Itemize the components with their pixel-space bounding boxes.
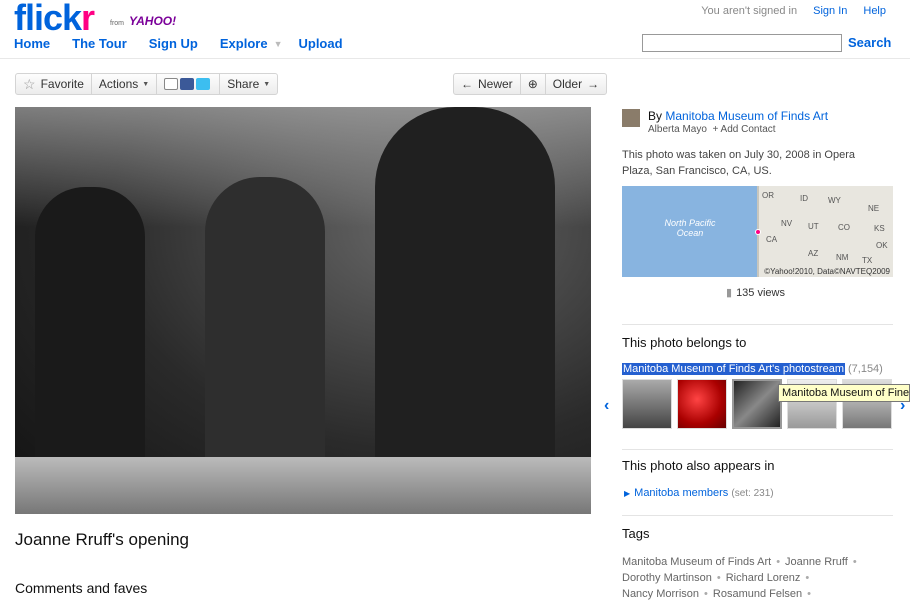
- top-nav: Home The Tour Sign Up Explore ▼ Upload: [14, 36, 365, 51]
- map-state: NE: [868, 204, 880, 213]
- triangle-right-icon: ▶: [624, 489, 631, 498]
- owner-realname: Alberta Mayo: [648, 124, 707, 135]
- flickr-logo[interactable]: flickr from YAHOO!: [14, 0, 176, 38]
- by-prefix: By: [648, 109, 663, 123]
- photostream-link-row: Manitoba Museum of Finds Art's photostre…: [622, 363, 883, 375]
- tags-heading: Tags: [622, 526, 650, 541]
- newer-label: Newer: [478, 77, 513, 91]
- set-link[interactable]: Manitoba members: [634, 487, 728, 499]
- photo-title: Joanne Rruff's opening: [15, 530, 190, 549]
- map-state: OR: [762, 191, 774, 200]
- map-pin-icon: [755, 229, 761, 235]
- search-button[interactable]: Search: [848, 35, 891, 50]
- signin-status: You aren't signed in: [701, 5, 798, 17]
- thumbnail[interactable]: [622, 379, 672, 429]
- chevron-left-icon[interactable]: ‹: [604, 397, 609, 415]
- map-credit: ©Yahoo!2010, Data©NAVTEQ2009: [764, 267, 890, 276]
- view-count-text: 135 views: [736, 287, 785, 299]
- map-state: ID: [800, 194, 808, 203]
- owner-block: By Manitoba Museum of Finds Art Alberta …: [622, 109, 828, 135]
- nav-home[interactable]: Home: [14, 36, 50, 51]
- divider: [622, 449, 893, 450]
- newer-button[interactable]: ← Newer: [454, 74, 520, 94]
- nav-signup[interactable]: Sign Up: [149, 36, 198, 51]
- share-label: Share: [227, 77, 260, 91]
- search-input[interactable]: [642, 34, 842, 52]
- share-icons: [157, 74, 219, 94]
- tag[interactable]: Dorothy Martinson: [622, 572, 712, 584]
- photostream-count: (7,154): [847, 363, 883, 375]
- nav-tour[interactable]: The Tour: [72, 36, 127, 51]
- explore-dropdown-icon[interactable]: ▼: [274, 39, 283, 51]
- map-state: NM: [836, 253, 849, 262]
- appears-heading: This photo also appears in: [622, 458, 775, 473]
- photo-toolbar: ☆ Favorite Actions ▼ Share ▼: [15, 73, 279, 95]
- logo-flick: flick: [14, 0, 82, 38]
- location-map[interactable]: North Pacific Ocean OR ID WY NE NV UT CO…: [622, 186, 893, 277]
- map-state: OK: [876, 241, 888, 250]
- logo-r: r: [81, 0, 95, 38]
- map-state: CO: [838, 223, 850, 232]
- email-icon[interactable]: [164, 78, 179, 90]
- tag-list: Manitoba Museum of Finds Art • Joanne Rruf…: [622, 556, 857, 600]
- thumbnail-tooltip: Manitoba Museum of Fine: [778, 384, 910, 402]
- thumbnail[interactable]: [732, 379, 782, 429]
- header-divider: [0, 58, 910, 59]
- older-button[interactable]: Older →: [546, 74, 606, 94]
- owner-link[interactable]: Manitoba Museum of Finds Art: [665, 109, 828, 123]
- comments-heading: Comments and faves: [15, 580, 148, 596]
- photo-nav: ← Newer ⊕ Older →: [453, 73, 608, 95]
- favorite-label: Favorite: [40, 77, 84, 91]
- nav-explore[interactable]: Explore: [220, 36, 268, 51]
- zoom-button[interactable]: ⊕: [521, 74, 545, 94]
- photostream-link[interactable]: Manitoba Museum of Finds Art's photostre…: [622, 363, 845, 375]
- thumbnail[interactable]: [677, 379, 727, 429]
- bar-chart-icon: ▮: [726, 287, 733, 299]
- arrow-left-icon: ←: [461, 77, 473, 91]
- help-link[interactable]: Help: [863, 5, 886, 17]
- divider: [622, 324, 893, 325]
- tag[interactable]: Manitoba Museum of Finds Art: [622, 556, 771, 568]
- twitter-icon[interactable]: [196, 78, 211, 90]
- divider: [622, 515, 893, 516]
- favorite-button[interactable]: ☆ Favorite: [16, 74, 91, 94]
- account-bar: You aren't signed in Sign In Help: [701, 5, 886, 17]
- magnifier-icon: ⊕: [527, 77, 538, 91]
- map-state: KS: [874, 224, 885, 233]
- taken-info: This photo was taken on July 30, 2008 in…: [622, 149, 855, 177]
- signin-link[interactable]: Sign In: [813, 5, 847, 17]
- chevron-down-icon: ▼: [142, 80, 150, 88]
- share-button[interactable]: Share ▼: [220, 74, 277, 94]
- actions-button[interactable]: Actions ▼: [92, 74, 156, 94]
- map-state: TX: [862, 256, 873, 265]
- add-contact-link[interactable]: + Add Contact: [712, 124, 775, 135]
- arrow-right-icon: →: [587, 77, 600, 91]
- actions-label: Actions: [98, 77, 139, 91]
- tag[interactable]: Joanne Rruff: [785, 556, 848, 568]
- set-item: ▶ Manitoba members (set: 231): [624, 487, 774, 499]
- older-label: Older: [552, 77, 583, 91]
- set-meta: (set: 231): [731, 488, 774, 499]
- map-state: AZ: [808, 249, 819, 258]
- star-icon: ☆: [23, 75, 36, 92]
- map-ocean-label: North Pacific Ocean: [664, 218, 716, 238]
- facebook-icon[interactable]: [180, 78, 195, 90]
- belongs-heading: This photo belongs to: [622, 335, 747, 350]
- logo-yahoo: YAHOO!: [129, 14, 177, 28]
- map-state: UT: [808, 222, 819, 231]
- logo-from: from: [110, 20, 124, 27]
- tag[interactable]: Nancy Morrison: [622, 588, 699, 600]
- avatar[interactable]: [622, 109, 640, 127]
- chevron-down-icon: ▼: [263, 80, 271, 88]
- view-count: ▮ 135 views: [726, 286, 785, 299]
- tag[interactable]: Rosamund Felsen: [713, 588, 802, 600]
- map-state: CA: [766, 235, 778, 244]
- map-state: WY: [828, 196, 841, 205]
- tag[interactable]: Richard Lorenz: [726, 572, 801, 584]
- map-state: NV: [781, 219, 793, 228]
- main-photo[interactable]: [15, 107, 591, 514]
- nav-upload[interactable]: Upload: [298, 36, 342, 51]
